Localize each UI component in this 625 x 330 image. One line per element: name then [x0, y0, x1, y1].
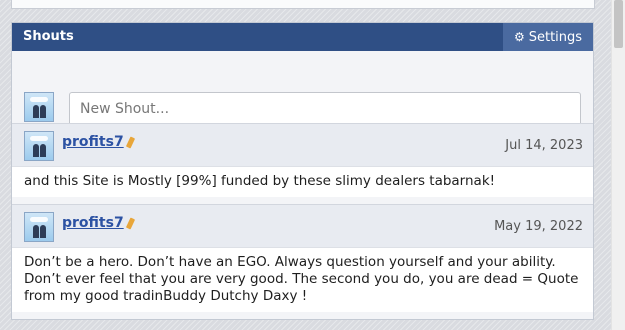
new-shout-row	[12, 51, 593, 126]
gear-icon: ⚙	[513, 30, 525, 44]
settings-button[interactable]: ⚙ Settings	[503, 23, 593, 51]
shoutbox-title: Shouts	[23, 29, 74, 44]
shout-date: May 19, 2022	[494, 219, 583, 234]
shoutbox: Shouts ⚙ Settings profits7 Jul 14, 2023 …	[11, 22, 594, 320]
username-link[interactable]: profits7	[62, 134, 124, 150]
new-shout-input[interactable]	[69, 92, 581, 126]
previous-block-edge	[11, 0, 595, 9]
shout-header: profits7 May 19, 2022	[12, 204, 593, 248]
shout-header: profits7 Jul 14, 2023	[12, 123, 593, 167]
user-avatar[interactable]	[24, 212, 54, 242]
pencil-icon[interactable]	[125, 136, 136, 149]
shout-message: and this Site is Mostly [99%] funded by …	[12, 167, 593, 197]
page-scrollbar[interactable]	[611, 0, 625, 330]
scrollbar-thumb[interactable]	[614, 0, 623, 48]
shoutbox-header: Shouts ⚙ Settings	[12, 23, 593, 51]
settings-label: Settings	[528, 29, 583, 45]
current-user-avatar[interactable]	[24, 92, 54, 122]
shout-date: Jul 14, 2023	[505, 138, 583, 153]
pencil-icon[interactable]	[125, 217, 136, 230]
shout-item: profits7 May 19, 2022 Don’t be a hero. D…	[12, 204, 593, 312]
shout-message: Don’t be a hero. Don’t have an EGO. Alwa…	[12, 248, 593, 312]
shout-item: profits7 Jul 14, 2023 and this Site is M…	[12, 123, 593, 197]
username-link[interactable]: profits7	[62, 215, 124, 231]
user-avatar[interactable]	[24, 131, 54, 161]
